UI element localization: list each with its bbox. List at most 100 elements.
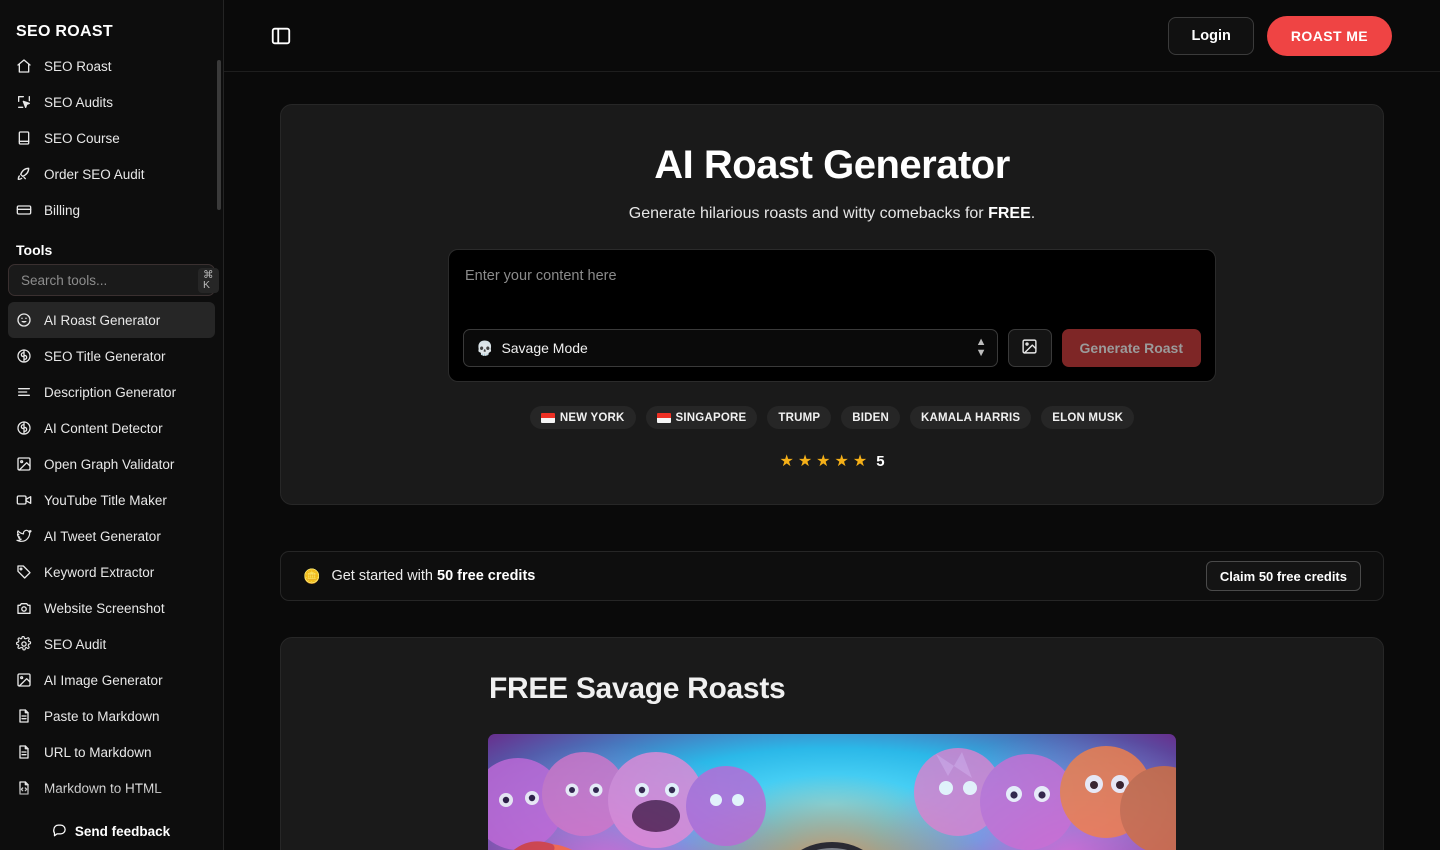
tools-heading: Tools: [16, 242, 53, 258]
sidebar-item-keyword-extractor[interactable]: Keyword Extractor: [8, 554, 215, 590]
search-input[interactable]: [21, 272, 198, 288]
image-icon: [1021, 338, 1038, 358]
hero-subtitle-free: FREE: [988, 205, 1031, 222]
tag-icon: [16, 564, 32, 580]
sidebar-item-label: Website Screenshot: [44, 600, 165, 616]
chip-elon-musk[interactable]: ELON MUSK: [1041, 406, 1135, 429]
rocket-icon: [16, 166, 32, 182]
sidebar-item-website-screenshot[interactable]: Website Screenshot: [8, 590, 215, 626]
search-tools-box[interactable]: ⌘ K: [8, 264, 219, 296]
brain-icon: [16, 420, 32, 436]
sidebar-item-label: SEO Roast: [44, 58, 112, 74]
chip-kamala-harris[interactable]: KAMALA HARRIS: [910, 406, 1032, 429]
sidebar-item-label: Open Graph Validator: [44, 456, 175, 472]
sidebar-item-ai-content-detector[interactable]: AI Content Detector: [8, 410, 215, 446]
sidebar-item-open-graph-validator[interactable]: Open Graph Validator: [8, 446, 215, 482]
chat-bubble-icon: [52, 822, 67, 840]
chip-biden[interactable]: BIDEN: [841, 406, 901, 429]
main-area: Login ROAST ME AI Roast Generator Genera…: [224, 0, 1440, 850]
sidebar-item-paste-to-markdown[interactable]: Paste to Markdown: [8, 698, 215, 734]
lines-icon: [16, 384, 32, 400]
video-icon: [16, 492, 32, 508]
home-icon: [16, 58, 32, 74]
sidebar-item-label: SEO Title Generator: [44, 348, 166, 364]
sidebar-item-seo-audit[interactable]: SEO Audit: [8, 626, 215, 662]
roast-mode-value: Savage Mode: [501, 340, 588, 356]
upload-image-button[interactable]: [1007, 329, 1052, 367]
page-title: AI Roast Generator: [654, 143, 1010, 187]
hero-subtitle-post: .: [1030, 205, 1036, 222]
sidebar-item-label: AI Content Detector: [44, 420, 163, 436]
sidebar-item-label: AI Tweet Generator: [44, 528, 161, 544]
rating-value: 5: [876, 453, 885, 470]
sidebar-item-ai-image-generator[interactable]: AI Image Generator: [8, 662, 215, 698]
sidebar-item-label: AI Image Generator: [44, 672, 163, 688]
login-button[interactable]: Login: [1168, 16, 1254, 55]
sidebar-scrollbar[interactable]: [217, 0, 222, 850]
content-textarea[interactable]: [463, 264, 1201, 318]
sidebar-scroll-area[interactable]: SEO Roast SEO Audits SEO Course Order SE…: [0, 48, 223, 850]
chip-label: SINGAPORE: [675, 411, 747, 424]
hero-subtitle-pre: Generate hilarious roasts and witty come…: [628, 205, 989, 222]
star-icon: ★: [816, 452, 831, 470]
chip-label: TRUMP: [778, 411, 821, 424]
chip-new-york[interactable]: NEW YORK: [529, 406, 636, 429]
sidebar-item-ai-tweet-generator[interactable]: AI Tweet Generator: [8, 518, 215, 554]
free-savage-roasts-card: FREE Savage Roasts: [280, 637, 1384, 850]
chip-label: ELON MUSK: [1052, 411, 1124, 424]
sidebar-scrollbar-thumb[interactable]: [217, 60, 221, 210]
sidebar-item-youtube-title-maker[interactable]: YouTube Title Maker: [8, 482, 215, 518]
chip-singapore[interactable]: SINGAPORE: [645, 406, 758, 429]
star-icon: ★: [779, 452, 794, 470]
generate-roast-button[interactable]: Generate Roast: [1061, 329, 1201, 367]
chip-label: KAMALA HARRIS: [921, 411, 1021, 424]
sidebar-item-markdown-to-html[interactable]: Markdown to HTML: [8, 770, 215, 806]
sidebar-item-order-seo-audit[interactable]: Order SEO Audit: [8, 156, 215, 192]
chip-label: BIDEN: [852, 411, 890, 424]
chip-trump[interactable]: TRUMP: [767, 406, 832, 429]
sidebar-item-seo-roast[interactable]: SEO Roast: [8, 48, 215, 84]
send-feedback-button[interactable]: Send feedback: [0, 822, 222, 840]
suggestion-chips: NEW YORK SINGAPORE TRUMP BIDEN KAMALA HA…: [321, 406, 1343, 429]
sidebar-item-label: YouTube Title Maker: [44, 492, 167, 508]
sidebar-item-ai-roast-generator[interactable]: AI Roast Generator: [8, 302, 215, 338]
roast-me-button[interactable]: ROAST ME: [1266, 15, 1392, 56]
rating-widget: ★ ★ ★ ★ ★ 5: [321, 453, 1343, 470]
robot-monsters-illustration: [488, 734, 1176, 850]
sidebar-item-label: AI Roast Generator: [44, 312, 161, 328]
sidebar-item-label: Billing: [44, 202, 81, 218]
roast-mode-select[interactable]: 💀 Savage Mode ▲ ▼: [463, 329, 998, 367]
brand-logo[interactable]: SEO ROAST: [0, 0, 223, 48]
sidebar-item-seo-audits[interactable]: SEO Audits: [8, 84, 215, 120]
image-icon: [16, 672, 32, 688]
star-icon: ★: [834, 452, 849, 470]
credits-text-pre: Get started with: [331, 568, 438, 584]
sidebar-item-url-to-markdown[interactable]: URL to Markdown: [8, 734, 215, 770]
gear-icon: [16, 636, 32, 652]
book-icon: [16, 130, 32, 146]
hero-card: AI Roast Generator Generate hilarious ro…: [280, 104, 1384, 505]
camera-icon: [16, 600, 32, 616]
sidebar-item-description-generator[interactable]: Description Generator: [8, 374, 215, 410]
search-shortcut-hint: ⌘ K: [198, 267, 219, 293]
roast-input-card: 💀 Savage Mode ▲▼ Generate Roast: [448, 249, 1216, 382]
input-controls-row: 💀 Savage Mode ▲ ▼ Generate Roast: [463, 329, 1201, 367]
free-credits-banner: 🪙 Get started with 50 free credits Claim…: [280, 551, 1384, 601]
send-feedback-label: Send feedback: [74, 823, 171, 839]
sidebar-item-label: Order SEO Audit: [44, 166, 145, 182]
claim-credits-button[interactable]: Claim 50 free credits: [1205, 561, 1361, 591]
hero-subtitle: Generate hilarious roasts and witty come…: [321, 205, 1343, 223]
credits-amount: 50 free credits: [437, 568, 536, 584]
top-bar: Login ROAST ME: [224, 0, 1440, 72]
sidebar-item-seo-course[interactable]: SEO Course: [8, 120, 215, 156]
cursor-click-icon: [16, 94, 32, 110]
chevron-updown-icon: ▲ ▼: [975, 336, 987, 359]
roast-banner-image[interactable]: [488, 734, 1176, 850]
file-code-icon: [16, 780, 32, 796]
skull-icon: 💀: [476, 339, 494, 356]
sidebar-item-label: SEO Audits: [44, 94, 114, 110]
sidebar-item-billing[interactable]: Billing: [8, 192, 215, 228]
star-icon: ★: [852, 452, 868, 470]
panel-left-icon[interactable]: [270, 25, 292, 47]
sidebar-item-seo-title-generator[interactable]: SEO Title Generator: [8, 338, 215, 374]
